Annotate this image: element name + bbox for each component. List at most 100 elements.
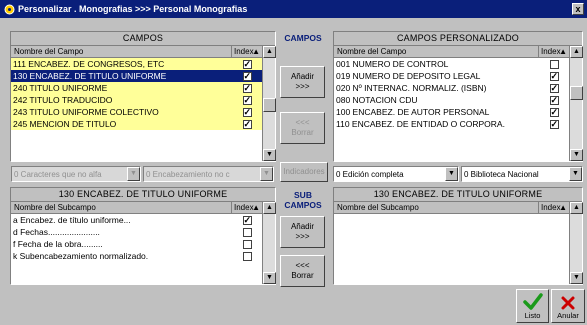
add-subcampo-button[interactable]: Añadir >>>: [280, 216, 325, 248]
table-row[interactable]: 019 NUMERO DE DEPOSITO LEGAL: [334, 70, 569, 82]
table-row[interactable]: 111 ENCABEZ. DE CONGRESOS, ETC: [11, 58, 262, 70]
scroll-thumb[interactable]: [263, 98, 276, 112]
chevron-down-icon[interactable]: ▼: [127, 167, 140, 181]
ok-button[interactable]: Listo: [516, 289, 549, 323]
campos-heading: CAMPOS: [11, 32, 275, 46]
remove-subcampo-button[interactable]: <<< Borrar: [280, 255, 325, 287]
table-row[interactable]: 240 TITULO UNIFORME: [11, 82, 262, 94]
add-label: Añadir: [290, 72, 315, 81]
personalizado-column-header: Nombre del Campo Index ▲: [334, 46, 569, 58]
personalizado-scrollbar[interactable]: ▲ ▼: [569, 46, 583, 161]
campos-panel: CAMPOS Nombre del Campo Index ▲ 111 ENCAB…: [10, 31, 276, 162]
personalizado-list[interactable]: Nombre del Campo Index ▲ 001 NUMERO DE CO…: [334, 46, 569, 161]
indicator2-left-select[interactable]: 0 Encabezamiento no c ▼: [143, 166, 274, 182]
index-checkbox[interactable]: [242, 214, 252, 226]
table-row[interactable]: 020 Nº INTERNAC. NORMALIZ. (ISBN): [334, 82, 569, 94]
index-checkbox[interactable]: [242, 58, 252, 70]
indicadores-button[interactable]: Indicadores: [280, 162, 328, 182]
add-arrow: >>>: [295, 82, 310, 91]
index-checkbox[interactable]: [242, 70, 252, 82]
row-name: 080 NOTACION CDU: [336, 95, 418, 105]
index-checkbox[interactable]: [549, 94, 559, 106]
col-index[interactable]: Index ▲: [232, 202, 262, 213]
subcampos-heading: 130 ENCABEZ. DE TITULO UNIFORME: [11, 188, 275, 202]
scroll-thumb[interactable]: [570, 86, 583, 100]
row-index-cell: [539, 70, 569, 82]
table-row[interactable]: 080 NOTACION CDU: [334, 94, 569, 106]
subcampos-personalizado-list[interactable]: Nombre del Subcampo Index ▲: [334, 202, 569, 284]
remove-campo-button[interactable]: <<< Borrar: [280, 112, 325, 144]
index-checkbox[interactable]: [242, 94, 252, 106]
row-index-cell: [539, 106, 569, 118]
chevron-down-icon[interactable]: ▼: [260, 167, 273, 181]
index-checkbox[interactable]: [242, 106, 252, 118]
index-checkbox[interactable]: [549, 106, 559, 118]
scroll-down-icon[interactable]: ▼: [570, 272, 583, 284]
index-checkbox[interactable]: [242, 82, 252, 94]
row-name: 130 ENCABEZ. DE TITULO UNIFORME: [13, 71, 167, 81]
subcampos-list[interactable]: Nombre del Subcampo Index ▲ a Encabez. de…: [11, 202, 262, 284]
row-name: d Fechas......................: [13, 227, 100, 237]
table-row[interactable]: a Encabez. de título uniforme...: [11, 214, 262, 226]
remove-arrow: <<<: [295, 118, 310, 127]
row-index-cell: [232, 82, 262, 94]
index-checkbox[interactable]: [549, 118, 559, 130]
table-row[interactable]: 243 TITULO UNIFORME COLECTIVO: [11, 106, 262, 118]
row-name: 019 NUMERO DE DEPOSITO LEGAL: [336, 71, 481, 81]
table-row[interactable]: 100 ENCABEZ. DE AUTOR PERSONAL: [334, 106, 569, 118]
row-index-cell: [232, 226, 262, 238]
add-label: Añadir: [290, 222, 315, 231]
scroll-up-icon[interactable]: ▲: [570, 202, 583, 214]
row-index-cell: [232, 250, 262, 262]
scroll-up-icon[interactable]: ▲: [263, 46, 276, 58]
ok-label: Listo: [524, 311, 541, 320]
index-checkbox[interactable]: [549, 82, 559, 94]
subcampos-personalizado-scrollbar[interactable]: ▲ ▼: [569, 202, 583, 284]
row-name: 240 TITULO UNIFORME: [13, 83, 108, 93]
index-checkbox[interactable]: [242, 251, 252, 261]
close-button[interactable]: x: [572, 3, 584, 15]
index-checkbox[interactable]: [242, 118, 252, 130]
table-row[interactable]: 242 TITULO TRADUCIDO: [11, 94, 262, 106]
subcampos-personalizado-column-header: Nombre del Subcampo Index ▲: [334, 202, 569, 214]
table-row[interactable]: k Subencabezamiento normalizado.: [11, 250, 262, 262]
scroll-up-icon[interactable]: ▲: [263, 202, 276, 214]
indicator1-right-select[interactable]: 0 Edición completa ▼: [333, 166, 459, 182]
chevron-down-icon[interactable]: ▼: [445, 167, 458, 181]
index-checkbox[interactable]: [549, 70, 559, 82]
remove-arrow: <<<: [295, 261, 310, 270]
col-index[interactable]: Index ▲: [232, 46, 262, 57]
indicator2-right-select[interactable]: 0 Biblioteca Nacional ▼: [461, 166, 583, 182]
col-index[interactable]: Index ▲: [539, 46, 569, 57]
sort-up-icon: ▲: [559, 203, 567, 212]
scroll-up-icon[interactable]: ▲: [570, 46, 583, 58]
scroll-down-icon[interactable]: ▼: [570, 149, 583, 161]
table-row[interactable]: f Fecha de la obra.........: [11, 238, 262, 250]
personalizado-heading: CAMPOS PERSONALIZADO: [334, 32, 582, 46]
cancel-button[interactable]: Anular: [551, 289, 585, 323]
add-campo-button[interactable]: Añadir >>>: [280, 66, 325, 98]
index-checkbox[interactable]: [549, 59, 559, 69]
window-title: Personalizar . Monografias >>> Personal …: [18, 4, 248, 14]
subcampos-scrollbar[interactable]: ▲ ▼: [262, 202, 276, 284]
campos-list[interactable]: Nombre del Campo Index ▲ 111 ENCABEZ. DE …: [11, 46, 262, 161]
col-index[interactable]: Index ▲: [539, 202, 569, 213]
index-checkbox[interactable]: [242, 239, 252, 249]
add-arrow: >>>: [295, 232, 310, 241]
table-row[interactable]: 110 ENCABEZ. DE ENTIDAD O CORPORA.: [334, 118, 569, 130]
table-row[interactable]: 130 ENCABEZ. DE TITULO UNIFORME: [11, 70, 262, 82]
table-row[interactable]: 245 MENCION DE TITULO: [11, 118, 262, 130]
campos-label: CAMPOS: [284, 33, 322, 43]
campos-scrollbar[interactable]: ▲ ▼: [262, 46, 276, 161]
scroll-down-icon[interactable]: ▼: [263, 149, 276, 161]
table-row[interactable]: d Fechas......................: [11, 226, 262, 238]
sort-up-icon: ▲: [252, 47, 260, 56]
row-index-cell: [232, 70, 262, 82]
index-checkbox[interactable]: [242, 227, 252, 237]
table-row[interactable]: 001 NUMERO DE CONTROL: [334, 58, 569, 70]
indicator1-left-select[interactable]: 0 Caracteres que no alfa ▼: [11, 166, 141, 182]
chevron-down-icon[interactable]: ▼: [569, 167, 582, 181]
scroll-down-icon[interactable]: ▼: [263, 272, 276, 284]
row-name: f Fecha de la obra.........: [13, 239, 103, 249]
row-index-cell: [232, 214, 262, 226]
